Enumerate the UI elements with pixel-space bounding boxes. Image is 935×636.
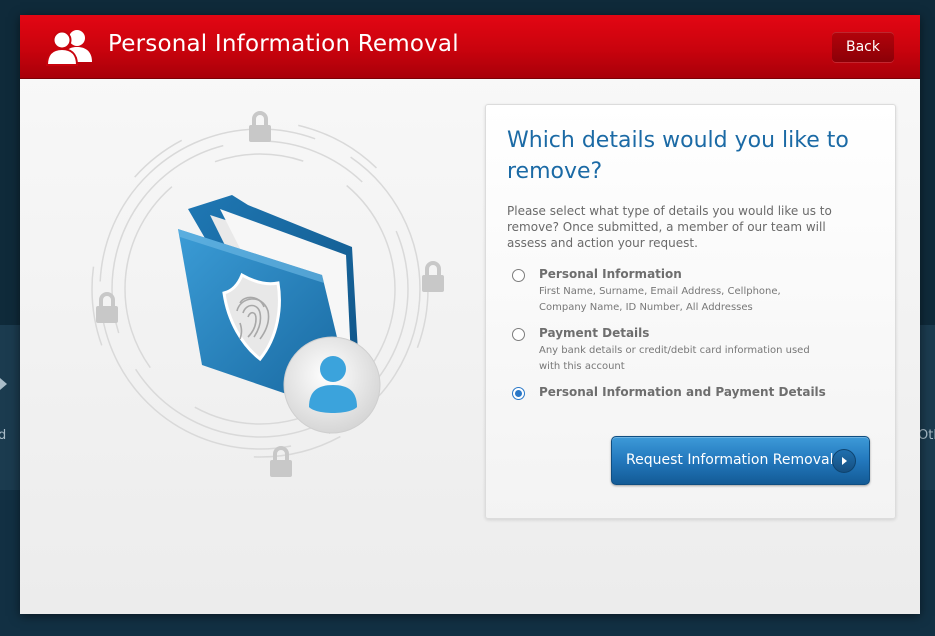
- panel-description: Please select what type of details you w…: [507, 204, 832, 250]
- users-icon: [46, 30, 92, 66]
- background-arrow-icon: [0, 378, 7, 390]
- dialog-header: Personal Information Removal Back: [20, 15, 920, 79]
- padlock-icon: [270, 446, 292, 477]
- panel-heading: Which details would you like to remove?: [507, 128, 849, 184]
- radio-personal-and-payment[interactable]: [512, 387, 525, 400]
- padlock-icon: [249, 111, 271, 142]
- padlock-icon: [422, 261, 444, 292]
- illustration: [91, 111, 444, 477]
- radio-personal-information[interactable]: [512, 269, 525, 282]
- request-removal-label: Request Information Removal: [626, 452, 834, 468]
- dialog-title: Personal Information Removal: [108, 31, 459, 57]
- option-description: First Name, Surname, Email Address, Cell…: [539, 286, 781, 313]
- request-removal-button[interactable]: Request Information Removal: [611, 436, 870, 485]
- option-title: Personal Information and Payment Details: [539, 385, 826, 399]
- options-panel: Which details would you like to remove? …: [485, 104, 896, 519]
- back-button[interactable]: Back: [832, 32, 894, 62]
- option-title: Personal Information: [539, 267, 682, 281]
- removal-dialog: Personal Information Removal Back Which …: [20, 15, 920, 614]
- arrow-right-icon: [832, 449, 856, 473]
- padlock-icon: [96, 292, 118, 323]
- user-avatar-icon: [283, 336, 381, 434]
- option-description: Any bank details or credit/debit card in…: [539, 345, 810, 372]
- radio-payment-details[interactable]: [512, 328, 525, 341]
- background-text-left: d: [0, 428, 7, 443]
- option-title: Payment Details: [539, 326, 650, 340]
- background-text-right: Oth: [918, 428, 935, 443]
